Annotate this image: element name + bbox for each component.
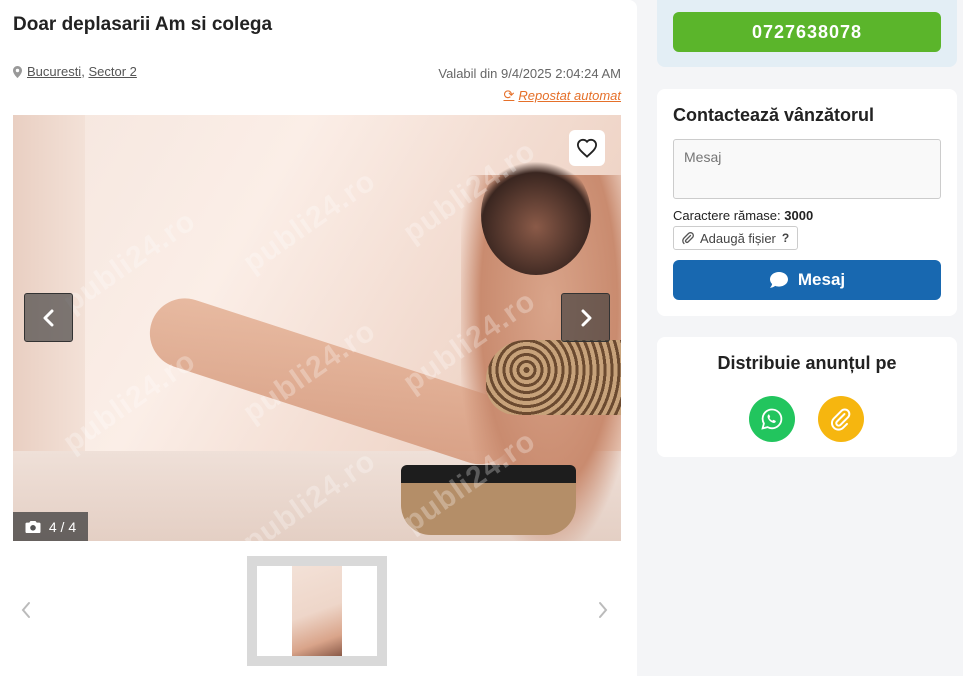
chars-remaining-label: Caractere rămase:	[673, 208, 781, 223]
attach-file-label: Adaugă fișier	[700, 230, 776, 246]
chevron-right-icon	[599, 602, 608, 618]
thumbnail-item[interactable]	[247, 556, 387, 666]
watermark: publi24.ro	[237, 164, 382, 280]
send-message-button[interactable]: Mesaj	[673, 260, 941, 300]
listing-location: Bucuresti, Sector 2	[13, 64, 137, 79]
whatsapp-icon	[761, 408, 783, 430]
location-separator: ,	[81, 64, 85, 79]
contact-title: Contactează vânzătorul	[673, 105, 875, 125]
share-title: Distribuie anunțul pe	[717, 353, 897, 373]
paperclip-icon	[830, 408, 851, 431]
location-sector-link[interactable]: Sector 2	[88, 64, 136, 79]
main-photo[interactable]: publi24.ro publi24.ro publi24.ro publi24…	[13, 115, 621, 541]
thumbnail-inner	[257, 566, 377, 656]
thumbnail-image	[292, 566, 342, 656]
photo-counter: 4 / 4	[13, 512, 88, 541]
chars-remaining: Caractere rămase: 3000	[673, 208, 813, 223]
map-pin-icon	[13, 65, 22, 78]
photo-next-button[interactable]	[561, 293, 610, 342]
repost-indicator[interactable]: ⟳ Repostat automat	[503, 87, 621, 103]
chat-bubble-icon	[769, 272, 788, 288]
heart-icon	[576, 138, 598, 158]
contact-seller-card: Contactează vânzătorul Caractere rămase:…	[657, 89, 957, 316]
thumbnail-strip	[13, 556, 621, 666]
favorite-button[interactable]	[569, 130, 605, 166]
thumbnail-prev-button[interactable]	[16, 598, 36, 622]
share-whatsapp-button[interactable]	[749, 396, 795, 442]
camera-icon	[25, 520, 41, 533]
listing-title: Doar deplasarii Am si colega	[13, 14, 273, 35]
location-city-link[interactable]: Bucuresti	[27, 64, 81, 79]
share-copy-link-button[interactable]	[818, 396, 864, 442]
share-card: Distribuie anunțul pe	[657, 337, 957, 457]
photo-counter-text: 4 / 4	[48, 518, 77, 535]
chevron-left-icon	[21, 602, 30, 618]
attach-help-icon[interactable]: ?	[782, 231, 789, 245]
phone-card: 0727638078	[657, 0, 957, 67]
thumbnail-next-button[interactable]	[593, 598, 613, 622]
repost-label: Repostat automat	[518, 87, 621, 103]
phone-number-button[interactable]: 0727638078	[673, 12, 941, 52]
chevron-left-icon	[43, 309, 53, 326]
chevron-right-icon	[581, 309, 591, 326]
photo-garment-top	[486, 340, 621, 415]
message-input[interactable]	[673, 139, 941, 199]
paperclip-icon	[682, 231, 694, 244]
chars-remaining-value: 3000	[784, 208, 814, 223]
photo-prev-button[interactable]	[24, 293, 73, 342]
attach-file-button[interactable]: Adaugă fișier ?	[673, 226, 799, 250]
send-message-label: Mesaj	[797, 270, 846, 289]
listing-card: Doar deplasarii Am si colega Bucuresti, …	[0, 0, 637, 676]
valid-since-text: Valabil din 9/4/2025 2:04:24 AM	[438, 66, 621, 81]
refresh-icon: ⟳	[503, 87, 515, 102]
